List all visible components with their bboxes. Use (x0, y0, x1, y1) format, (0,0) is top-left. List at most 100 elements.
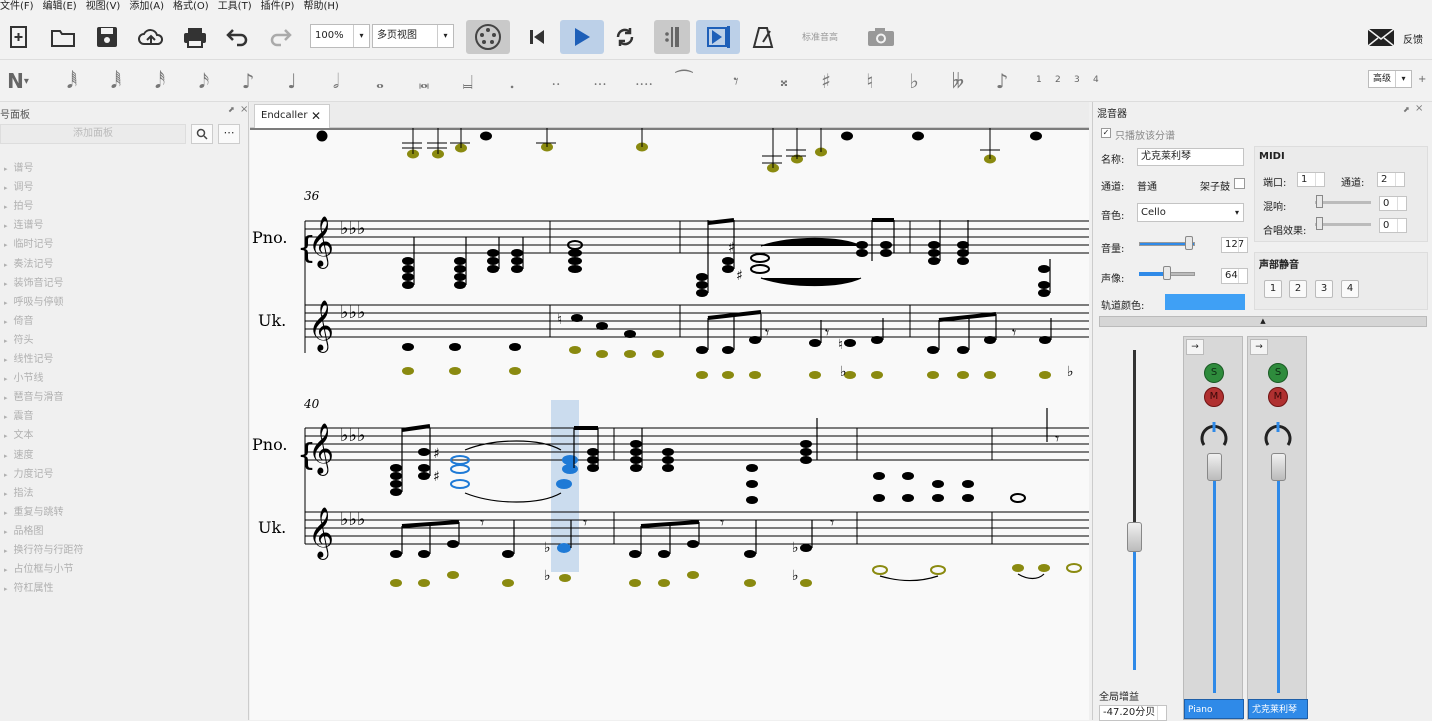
tab-endcaller[interactable]: Endcaller ✕ (254, 104, 330, 128)
menu-help[interactable]: 帮助(H) (303, 0, 338, 14)
voice-2-button[interactable]: 2 (1055, 75, 1061, 85)
note-128th-icon[interactable]: 𝅘𝅥𝅱 (54, 64, 90, 98)
play-repeats-icon[interactable] (654, 20, 690, 54)
channel-name-ukulele[interactable]: 尤克莱利琴 (1248, 699, 1308, 719)
sharp-icon[interactable]: ♯ (808, 64, 844, 98)
close-icon[interactable]: ✕ (311, 105, 321, 127)
reverb-slider[interactable] (1315, 201, 1371, 204)
reverb-slider-handle[interactable] (1316, 195, 1323, 208)
voice-3-button[interactable]: 3 (1074, 75, 1080, 85)
channel-name-piano[interactable]: Piano (1184, 699, 1244, 719)
menu-add[interactable]: 添加(A) (129, 0, 164, 14)
close-icon[interactable]: × (240, 104, 248, 115)
palette-item[interactable]: ▸ 符头 (4, 331, 34, 346)
menu-tools[interactable]: 工具(T) (218, 0, 252, 14)
cloud-upload-icon[interactable] (136, 22, 166, 52)
palette-item[interactable]: ▸ 临时记号 (4, 235, 54, 250)
palette-item[interactable]: ▸ 倚音 (4, 312, 34, 327)
reverb-spinbox[interactable]: 0 (1379, 196, 1407, 211)
solo-button[interactable]: S (1268, 363, 1288, 383)
track-color-swatch[interactable] (1165, 294, 1245, 310)
menu-file[interactable]: 文件(F) (0, 0, 34, 14)
menu-edit[interactable]: 编辑(E) (43, 0, 77, 14)
palette-item[interactable]: ▸ 拍号 (4, 197, 34, 212)
voice-mute-3-button[interactable]: 3 (1315, 280, 1333, 298)
more-options-icon[interactable]: ⋯ (218, 124, 240, 144)
score-view[interactable]: 36 Pno. Uk. { 𝄞 𝄞 ♭♭♭ ♭♭♭ ♮ ♯ ♯ ♮ ♭ ♭ 40… (250, 128, 1089, 720)
note-whole-icon[interactable]: 𝅝 (362, 64, 398, 98)
palette-item[interactable]: ▸ 指法 (4, 484, 34, 499)
volume-fader-handle[interactable] (1207, 453, 1222, 481)
palette-item[interactable]: ▸ 符杠属性 (4, 579, 54, 594)
palette-item[interactable]: ▸ 装饰音记号 (4, 274, 64, 289)
palette-item[interactable]: ▸ 琶音与滑音 (4, 388, 64, 403)
voice-mute-4-button[interactable]: 4 (1341, 280, 1359, 298)
tie-icon[interactable]: ⁀ (666, 64, 702, 98)
palette-item[interactable]: ▸ 品格图 (4, 522, 44, 537)
chorus-slider-handle[interactable] (1316, 217, 1323, 230)
channel-strip-ukulele[interactable]: → S M 尤克莱利琴 (1247, 336, 1308, 720)
play-icon[interactable] (560, 20, 604, 54)
channel-strip-piano[interactable]: → S M Piano (1183, 336, 1244, 720)
mail-icon[interactable] (1366, 22, 1396, 52)
master-gain-spinbox[interactable]: -47.20分贝 (1099, 705, 1167, 721)
play-only-checkbox[interactable]: ✓ (1101, 128, 1111, 138)
palette-item[interactable]: ▸ 呼吸与停顿 (4, 293, 64, 308)
double-flat-icon[interactable]: 𝄫 (940, 64, 976, 98)
add-palette-button[interactable]: 添加面板 (0, 124, 186, 144)
voice-mute-1-button[interactable]: 1 (1264, 280, 1282, 298)
note-longa-icon[interactable]: 𝆶 (450, 64, 486, 98)
arrow-right-icon[interactable]: → (1186, 339, 1204, 355)
master-fader-handle[interactable] (1127, 522, 1142, 552)
arrow-right-icon[interactable]: → (1250, 339, 1268, 355)
menu-view[interactable]: 视图(V) (86, 0, 121, 14)
note-64th-icon[interactable]: 𝅘𝅥𝅱 (98, 64, 134, 98)
palette-item[interactable]: ▸ 重复与跳转 (4, 503, 64, 518)
pan-score-icon[interactable] (696, 20, 740, 54)
menu-plugins[interactable]: 插件(P) (261, 0, 295, 14)
mute-button[interactable]: M (1268, 387, 1288, 407)
close-icon[interactable]: × (1415, 103, 1423, 114)
print-icon[interactable] (180, 22, 210, 52)
drumset-checkbox[interactable] (1234, 178, 1245, 189)
palette-item[interactable]: ▸ 力度记号 (4, 465, 54, 480)
volume-fader-handle[interactable] (1271, 453, 1286, 481)
voice-mute-2-button[interactable]: 2 (1289, 280, 1307, 298)
port-spinbox[interactable]: 1 (1297, 172, 1325, 187)
zoom-select[interactable]: 100% ▾ (310, 24, 370, 48)
flat-icon[interactable]: ♭ (896, 64, 932, 98)
rewind-icon[interactable] (522, 22, 552, 52)
metronome-icon[interactable] (748, 22, 778, 52)
palette-item[interactable]: ▸ 文本 (4, 426, 34, 441)
palette-item[interactable]: ▸ 调号 (4, 178, 34, 193)
camera-icon[interactable] (866, 22, 896, 52)
concert-pitch-toggle[interactable]: 标准音高 (802, 30, 838, 43)
note-16th-icon[interactable]: 𝅘𝅥𝅯 (186, 64, 222, 98)
palette-item[interactable]: ▸ 奏法记号 (4, 255, 54, 270)
undock-icon[interactable]: ⬈ (1403, 105, 1410, 114)
palette-item[interactable]: ▸ 连谱号 (4, 216, 44, 231)
name-field[interactable]: 尤克莱利琴 (1137, 148, 1244, 166)
search-icon[interactable] (191, 124, 213, 144)
new-score-icon[interactable] (4, 22, 34, 52)
palette-item[interactable]: ▸ 速度 (4, 446, 34, 461)
loop-icon[interactable] (610, 22, 640, 52)
solo-button[interactable]: S (1204, 363, 1224, 383)
note-breve-icon[interactable]: 𝅜 (406, 64, 442, 98)
open-folder-icon[interactable] (48, 22, 78, 52)
dot-icon[interactable]: . (494, 64, 530, 98)
mute-button[interactable]: M (1204, 387, 1224, 407)
double-sharp-icon[interactable]: 𝄪 (766, 64, 802, 98)
palette-item[interactable]: ▸ 小节线 (4, 369, 44, 384)
quadruple-dot-icon[interactable]: .... (626, 64, 662, 98)
volume-slider-handle[interactable] (1185, 236, 1193, 250)
undo-icon[interactable] (222, 22, 252, 52)
volume-spinbox[interactable]: 127 (1221, 237, 1248, 253)
collapse-details-button[interactable]: ▲ (1099, 316, 1427, 327)
midi-channel-spinbox[interactable]: 2 (1377, 172, 1405, 187)
note-eighth-icon[interactable]: ♪ (230, 64, 266, 98)
midi-input-icon[interactable] (466, 20, 510, 54)
palette-item[interactable]: ▸ 谱号 (4, 159, 34, 174)
chorus-spinbox[interactable]: 0 (1379, 218, 1407, 233)
note-32nd-icon[interactable]: 𝅘𝅥𝅰 (142, 64, 178, 98)
